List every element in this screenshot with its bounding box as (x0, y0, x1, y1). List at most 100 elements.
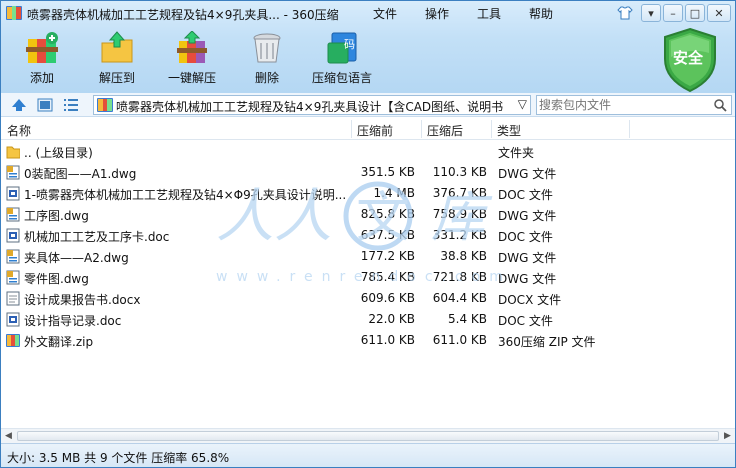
file-size-after: 611.0 KB (432, 333, 487, 347)
one-click-extract-label: 一键解压 (167, 71, 216, 85)
folder-icon (6, 146, 20, 159)
file-name: 0装配图——A1.dwg (24, 167, 137, 181)
scroll-thumb[interactable] (17, 431, 719, 441)
title-bar: 喷雾器壳体机械加工工艺规程及钻4×9孔夹具... - 360压缩 文件 操作 工… (1, 1, 735, 25)
list-view-icon[interactable] (63, 97, 79, 113)
file-size-before: 611.0 KB (360, 333, 415, 347)
file-size-before: 785.4 KB (360, 270, 415, 284)
file-name: .. (上级目录) (24, 146, 93, 160)
extract-to-label: 解压到 (98, 71, 135, 85)
file-row[interactable]: 外文翻译.zip 611.0 KB 611.0 KB 360压缩 ZIP 文件 (1, 330, 735, 351)
one-click-extract-button[interactable]: 一键解压 (161, 31, 223, 89)
column-type[interactable]: 类型 (497, 122, 521, 139)
file-name: 1-喷雾器壳体机械加工工艺规程及钻4×Φ9孔夹具设计说明... (24, 188, 347, 202)
file-row[interactable]: .. (上级目录) 文件夹 (1, 141, 735, 162)
app-window: 喷雾器壳体机械加工工艺规程及钻4×9孔夹具... - 360压缩 文件 操作 工… (0, 0, 736, 468)
delete-button[interactable]: 删除 (236, 31, 298, 89)
dwg-file-icon (6, 249, 20, 264)
add-button[interactable]: 添加 (11, 31, 73, 89)
maximize-icon[interactable]: □ (685, 4, 705, 22)
menu-help[interactable]: 帮助 (529, 5, 553, 22)
file-row[interactable]: 设计指导记录.doc 22.0 KB 5.4 KB DOC 文件 (1, 309, 735, 330)
file-type: DWG 文件 (498, 209, 557, 223)
address-row: 喷雾器壳体机械加工工艺规程及钻4×9孔夹具设计【含CAD图纸、说明书 ▽ (1, 93, 735, 117)
file-size-after: 110.3 KB (432, 165, 487, 179)
menu-file[interactable]: 文件 (373, 5, 397, 22)
scroll-left-icon[interactable]: ◀ (1, 429, 16, 443)
menu-operation[interactable]: 操作 (425, 5, 449, 22)
address-bar[interactable]: 喷雾器壳体机械加工工艺规程及钻4×9孔夹具设计【含CAD图纸、说明书 ▽ (93, 95, 531, 115)
dwg-file-icon (6, 207, 20, 222)
extract-to-icon (101, 31, 133, 63)
address-dropdown-icon[interactable]: ▽ (518, 97, 527, 111)
file-size-before: 609.6 KB (360, 291, 415, 305)
file-row[interactable]: 设计成果报告书.docx 609.6 KB 604.4 KB DOCX 文件 (1, 288, 735, 309)
file-size-before: 177.2 KB (360, 249, 415, 263)
file-row[interactable]: 夹具体——A2.dwg 177.2 KB 38.8 KB DWG 文件 (1, 246, 735, 267)
trash-icon (253, 33, 281, 63)
search-icon[interactable] (714, 99, 727, 112)
file-name: 外文翻译.zip (24, 335, 94, 349)
status-text: 大小: 3.5 MB 共 9 个文件 压缩率 65.8% (7, 451, 230, 465)
file-size-before: 351.5 KB (360, 165, 415, 179)
close-icon[interactable]: ✕ (707, 4, 731, 22)
file-size-after: 376.7 KB (432, 186, 487, 200)
file-type: 360压缩 ZIP 文件 (498, 335, 596, 349)
security-shield-badge[interactable]: 安全 (661, 27, 719, 93)
archive-language-icon: 码 (327, 32, 357, 64)
horizontal-scrollbar[interactable]: ◀ ▶ (1, 428, 735, 443)
scroll-right-icon[interactable]: ▶ (720, 429, 735, 443)
svg-text:码: 码 (344, 38, 355, 51)
add-label: 添加 (29, 71, 54, 85)
menu-tools[interactable]: 工具 (477, 5, 501, 22)
file-size-before: 637.5 KB (360, 228, 415, 242)
archive-language-button[interactable]: 码 压缩包语言 (307, 31, 377, 89)
file-size-after: 331.2 KB (432, 228, 487, 242)
window-title: 喷雾器壳体机械加工工艺规程及钻4×9孔夹具... - 360压缩 (27, 8, 339, 22)
file-type: DOC 文件 (498, 230, 553, 244)
zip-file-icon (6, 334, 20, 347)
dwg-file-icon (6, 165, 20, 180)
minimize-icon[interactable]: – (663, 4, 683, 22)
file-type: 文件夹 (498, 146, 535, 160)
large-icons-view-icon[interactable] (37, 97, 53, 113)
up-arrow-icon[interactable] (11, 97, 27, 113)
column-name[interactable]: 名称 (7, 122, 31, 139)
search-box[interactable] (536, 95, 732, 115)
file-name: 机械加工工艺及工序卡.doc (24, 230, 170, 244)
file-type: DOCX 文件 (498, 293, 562, 307)
file-type: DWG 文件 (498, 167, 557, 181)
extract-to-button[interactable]: 解压到 (86, 31, 148, 89)
file-row[interactable]: 零件图.dwg 785.4 KB 721.8 KB DWG 文件 (1, 267, 735, 288)
file-size-after: 38.8 KB (440, 249, 487, 263)
file-size-after: 604.4 KB (432, 291, 487, 305)
dwg-file-icon (6, 270, 20, 285)
file-size-before: 825.8 KB (360, 207, 415, 221)
app-logo-icon (6, 6, 22, 20)
file-name: 零件图.dwg (24, 272, 89, 286)
menu-dropdown-icon[interactable]: ▾ (641, 4, 661, 22)
file-size-before: 22.0 KB (368, 312, 415, 326)
search-input[interactable] (539, 97, 709, 113)
skin-shirt-icon[interactable] (615, 4, 635, 22)
address-path: 喷雾器壳体机械加工工艺规程及钻4×9孔夹具设计【含CAD图纸、说明书 (116, 100, 504, 114)
file-type: DWG 文件 (498, 272, 557, 286)
doc-file-icon (6, 228, 20, 243)
file-list: 名称 压缩前 压缩后 类型 .. (上级目录) 文件夹 0装配图——A1.dwg 35… (1, 118, 735, 428)
file-type: DWG 文件 (498, 251, 557, 265)
file-row[interactable]: 1-喷雾器壳体机械加工工艺规程及钻4×Φ9孔夹具设计说明... 1.4 MB 376… (1, 183, 735, 204)
security-label: 安全 (673, 49, 704, 67)
doc-file-icon (6, 186, 20, 201)
column-after[interactable]: 压缩后 (427, 122, 463, 139)
file-name: 夹具体——A2.dwg (24, 251, 129, 265)
column-before[interactable]: 压缩前 (357, 122, 393, 139)
file-row[interactable]: 0装配图——A1.dwg 351.5 KB 110.3 KB DWG 文件 (1, 162, 735, 183)
file-row[interactable]: 机械加工工艺及工序卡.doc 637.5 KB 331.2 KB DOC 文件 (1, 225, 735, 246)
file-name: 设计指导记录.doc (24, 314, 122, 328)
file-row[interactable]: 工序图.dwg 825.8 KB 758.9 KB DWG 文件 (1, 204, 735, 225)
doc-file-icon (6, 312, 20, 327)
file-size-before: 1.4 MB (373, 186, 415, 200)
one-click-extract-icon (177, 31, 207, 63)
status-bar: 大小: 3.5 MB 共 9 个文件 压缩率 65.8% (1, 443, 735, 467)
file-size-after: 5.4 KB (448, 312, 487, 326)
